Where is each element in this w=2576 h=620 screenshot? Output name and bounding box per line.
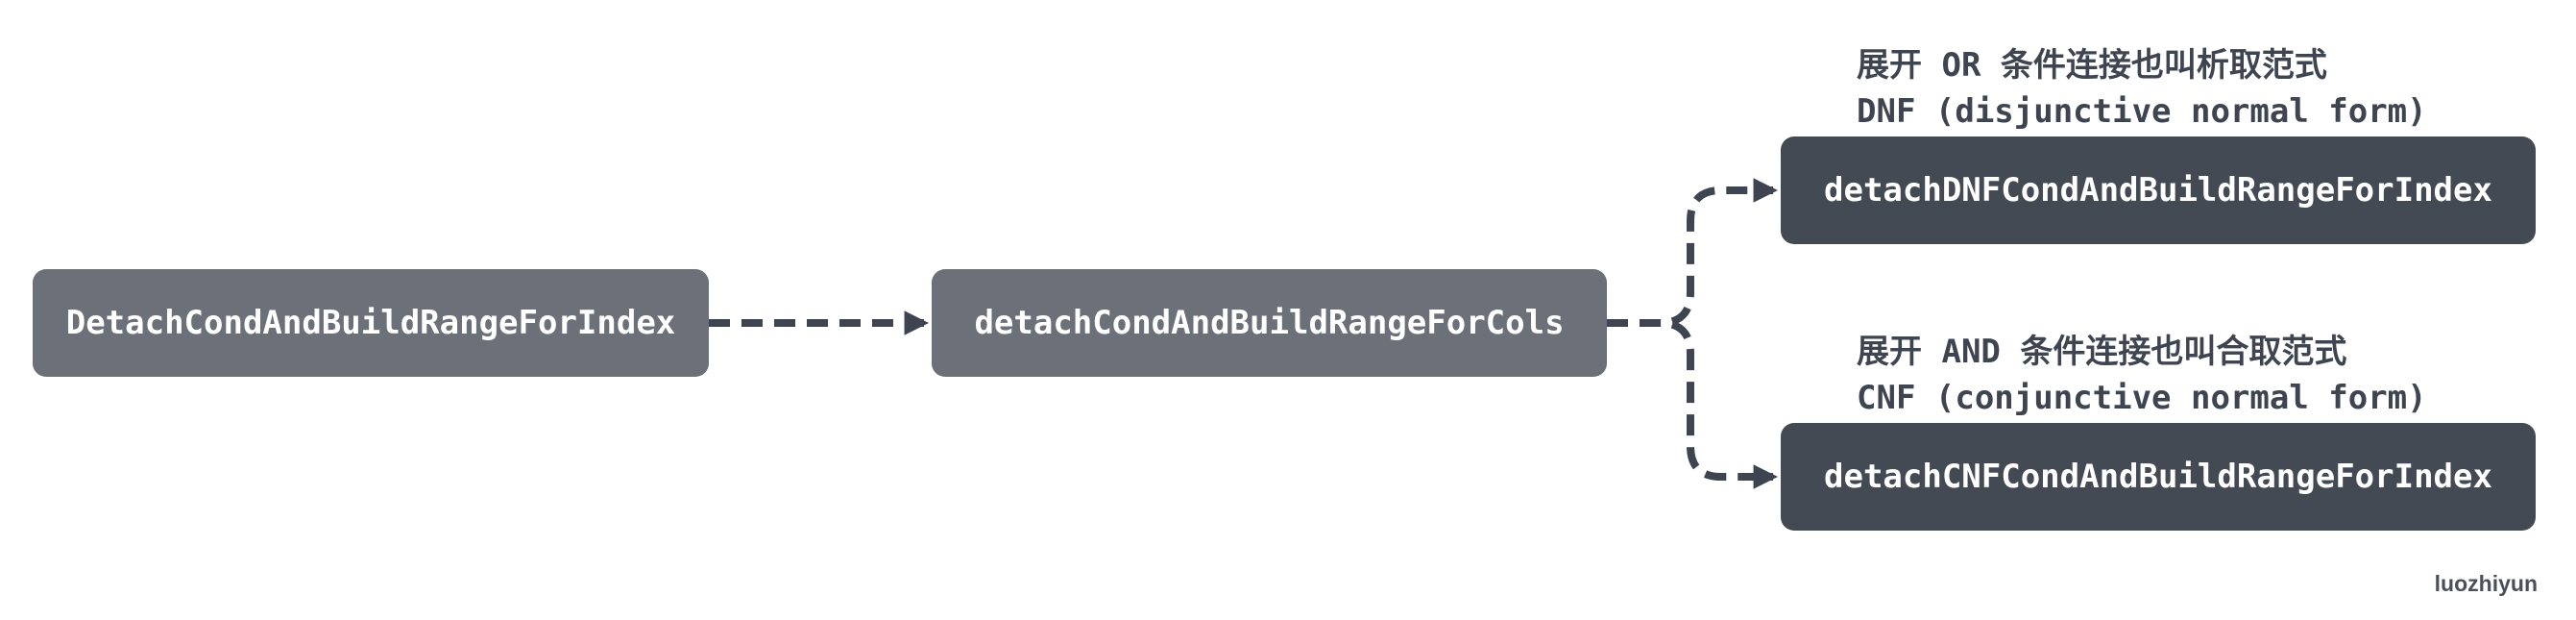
node-detach-cond-and-build-range-for-cols: detachCondAndBuildRangeForCols [932,269,1607,377]
node-detach-cnf-cond: detachCNFCondAndBuildRangeForIndex [1781,423,2536,531]
author-credit: luozhiyun [2434,571,2538,596]
dnf-annotation-line1: 展开 OR 条件连接也叫析取范式 [1857,46,2327,85]
node-detach-cond-and-build-range-for-index: DetachCondAndBuildRangeForIndex [33,269,709,377]
cnf-annotation-line1: 展开 AND 条件连接也叫合取范式 [1857,333,2347,371]
node-detach-dnf-cond: detachDNFCondAndBuildRangeForIndex [1781,136,2536,244]
node-label: detachCNFCondAndBuildRangeForIndex [1824,458,2492,496]
edge-cols-to-cnf [1607,319,1779,489]
dnf-annotation-line2: DNF (disjunctive normal form) [1857,92,2427,131]
edge-cols-to-dnf [1607,178,1779,327]
dnf-annotation: 展开 OR 条件连接也叫析取范式 DNF (disjunctive normal… [1857,42,2427,135]
node-label: detachDNFCondAndBuildRangeForIndex [1824,171,2492,210]
node-label: DetachCondAndBuildRangeForIndex [65,304,676,342]
node-label: detachCondAndBuildRangeForCols [974,304,1565,342]
cnf-annotation: 展开 AND 条件连接也叫合取范式 CNF (conjunctive norma… [1857,329,2427,421]
cnf-annotation-line2: CNF (conjunctive normal form) [1857,379,2427,417]
